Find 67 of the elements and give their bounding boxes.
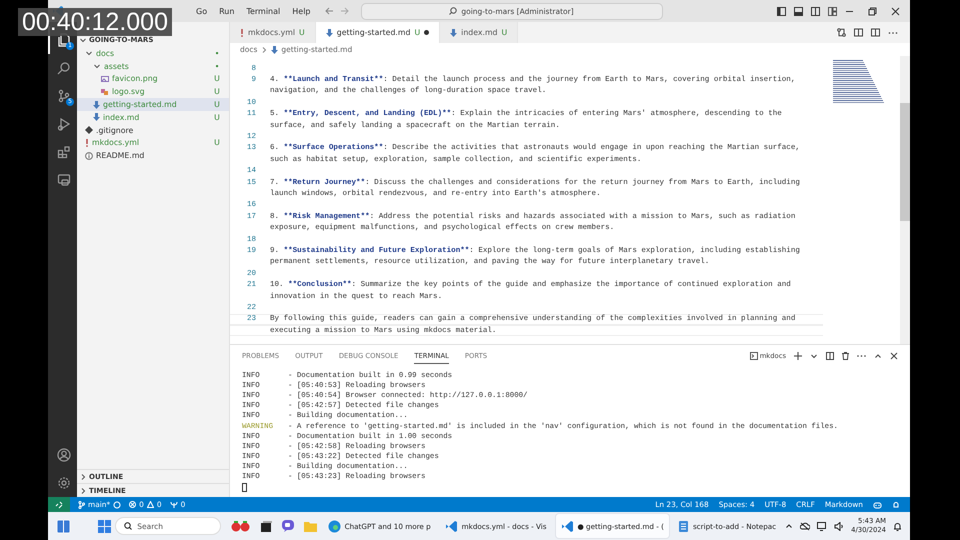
- speaker-icon[interactable]: [834, 522, 844, 530]
- bell-icon[interactable]: [893, 522, 902, 530]
- cloud-off-icon[interactable]: [800, 522, 810, 530]
- menu-item[interactable]: Terminal: [240, 4, 286, 18]
- open-preview-icon[interactable]: [854, 28, 863, 37]
- plus-icon[interactable]: [794, 352, 802, 360]
- sync-icon: [113, 500, 122, 508]
- compare-changes-icon[interactable]: [837, 28, 846, 37]
- chat-app-icon[interactable]: [282, 520, 294, 532]
- terminal-cursor: [242, 483, 247, 492]
- run-debug-icon[interactable]: [56, 117, 70, 131]
- edge-browser-icon: [328, 520, 341, 532]
- chevron-up-icon[interactable]: [874, 352, 882, 360]
- layout-icon[interactable]: [828, 6, 837, 16]
- chevron-right-icon: [260, 46, 268, 54]
- antenna-icon: [170, 501, 178, 508]
- notifications-icon[interactable]: [892, 500, 900, 508]
- menu-item[interactable]: Run: [213, 4, 240, 18]
- trash-icon[interactable]: [842, 352, 849, 360]
- widgets-icon[interactable]: [57, 520, 70, 532]
- vscode-icon: [444, 520, 458, 532]
- display-icon[interactable]: [817, 522, 828, 530]
- split-layout-icon[interactable]: [811, 6, 820, 16]
- settings-icon[interactable]: [56, 476, 70, 490]
- menu-item[interactable]: Go: [190, 4, 214, 18]
- markdown-file-icon: [450, 28, 458, 36]
- search-icon[interactable]: [56, 61, 70, 75]
- vscode-icon: [560, 520, 574, 532]
- split-editor-icon[interactable]: [871, 28, 880, 37]
- video-timestamp: 00:40:12.000: [18, 8, 172, 36]
- image-file-icon: [101, 74, 109, 83]
- extensions-icon[interactable]: [56, 145, 70, 159]
- svg-file-icon: [101, 88, 109, 96]
- source-control-icon[interactable]: [56, 89, 70, 103]
- remote-indicator[interactable]: [48, 497, 70, 512]
- sidebar-toggle-icon[interactable]: [777, 6, 786, 16]
- remote-icon: [55, 500, 63, 508]
- menu-item[interactable]: Help: [286, 4, 316, 18]
- branch-icon: [78, 500, 85, 508]
- split-terminal-icon[interactable]: [826, 352, 834, 360]
- search-icon: [124, 522, 132, 530]
- markdown-file-icon: [326, 28, 333, 36]
- panel-toggle-icon[interactable]: [794, 6, 803, 16]
- chevron-down-icon: [810, 352, 818, 360]
- remote-explorer-icon[interactable]: [56, 173, 70, 187]
- diamond-file-icon: [85, 126, 93, 134]
- error-icon: [129, 501, 136, 508]
- chevron-up-icon[interactable]: [785, 522, 794, 530]
- terminal-icon: [750, 352, 758, 360]
- account-icon[interactable]: [56, 448, 70, 462]
- copilot-icon[interactable]: [873, 500, 882, 508]
- exclamation-file-icon: [240, 28, 244, 36]
- search-icon: [449, 7, 458, 15]
- app-window-icon[interactable]: [260, 520, 272, 532]
- start-icon[interactable]: [98, 520, 112, 532]
- info-file-icon: [85, 152, 93, 160]
- back-arrow-icon[interactable]: [324, 7, 334, 15]
- markdown-file-icon: [271, 46, 278, 54]
- scrollbar-thumb[interactable]: [900, 103, 910, 221]
- warning-icon: [146, 501, 154, 508]
- chevron-down-icon: [79, 36, 87, 44]
- close-icon[interactable]: [891, 6, 900, 16]
- strawberry-icon: [230, 520, 251, 532]
- notepad-icon: [678, 520, 689, 532]
- exclamation-file-icon: [85, 138, 89, 147]
- restore-icon[interactable]: [868, 6, 877, 16]
- close-icon[interactable]: [890, 352, 898, 360]
